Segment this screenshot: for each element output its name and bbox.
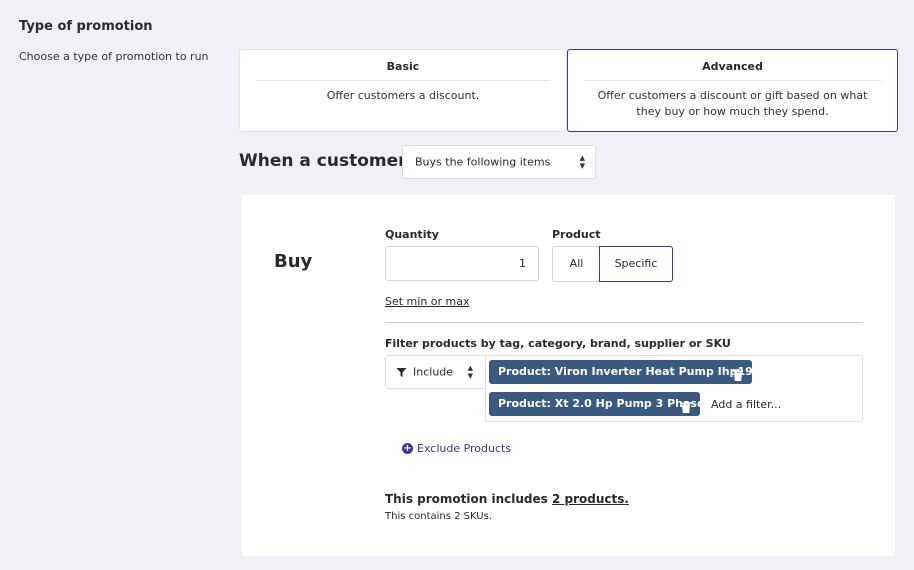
product-specific-option[interactable]: Specific <box>599 246 673 282</box>
promotion-type-title: Type of promotion <box>19 19 153 34</box>
filter-chip-label: Product: Xt 2.0 Hp Pump 3 Phase <box>498 397 705 410</box>
plus-circle-icon: + <box>402 443 413 454</box>
up-down-chevron-icon: ▲ ▼ <box>579 154 585 170</box>
filter-chip-label: Product: Viron Inverter Heat Pump Ihp195 <box>498 365 761 378</box>
when-customer-label: When a customer <box>239 151 407 171</box>
product-label: Product <box>552 228 601 241</box>
trash-icon[interactable] <box>681 398 691 413</box>
advanced-card-title: Advanced <box>584 50 881 81</box>
filter-chip: Product: Viron Inverter Heat Pump Ihp195 <box>489 360 760 384</box>
exclude-products-label: Exclude Products <box>417 442 512 455</box>
promotion-type-basic-card[interactable]: Basic Offer customers a discount. <box>239 49 567 132</box>
filter-mode-select[interactable]: Include ▲ ▼ <box>385 355 486 389</box>
advanced-card-description: Offer customers a discount or gift based… <box>597 89 868 118</box>
filter-chip: Product: Xt 2.0 Hp Pump 3 Phase <box>489 392 704 416</box>
up-down-chevron-icon: ▲ ▼ <box>467 364 473 380</box>
buy-heading: Buy <box>274 251 313 272</box>
basic-card-description: Offer customers a discount. <box>326 89 480 102</box>
trash-icon[interactable] <box>733 366 743 381</box>
product-all-option[interactable]: All <box>552 246 600 282</box>
summary-prefix: This promotion includes <box>385 492 548 506</box>
summary-sku-count: This contains 2 SKUs. <box>385 511 493 522</box>
divider <box>385 322 863 323</box>
set-min-max-link[interactable]: Set min or max <box>385 295 470 308</box>
quantity-input[interactable]: 1 <box>385 246 539 281</box>
add-filter-input[interactable]: Add a filter... <box>711 398 781 411</box>
filter-label: Filter products by tag, category, brand,… <box>385 337 731 350</box>
condition-select-value: Buys the following items <box>415 155 551 169</box>
promotion-type-advanced-card[interactable]: Advanced Offer customers a discount or g… <box>567 49 898 132</box>
filter-mode-value: Include <box>413 365 454 379</box>
exclude-products-link[interactable]: + Exclude Products <box>402 442 511 455</box>
basic-card-title: Basic <box>256 50 550 81</box>
promotion-type-description: Choose a type of promotion to run <box>19 50 209 63</box>
funnel-icon <box>396 367 407 378</box>
promotion-summary: This promotion includes 2 products. <box>385 492 629 506</box>
summary-products-link[interactable]: 2 products. <box>552 492 629 506</box>
condition-select[interactable]: Buys the following items ▲ ▼ <box>402 145 596 179</box>
quantity-label: Quantity <box>385 228 439 241</box>
